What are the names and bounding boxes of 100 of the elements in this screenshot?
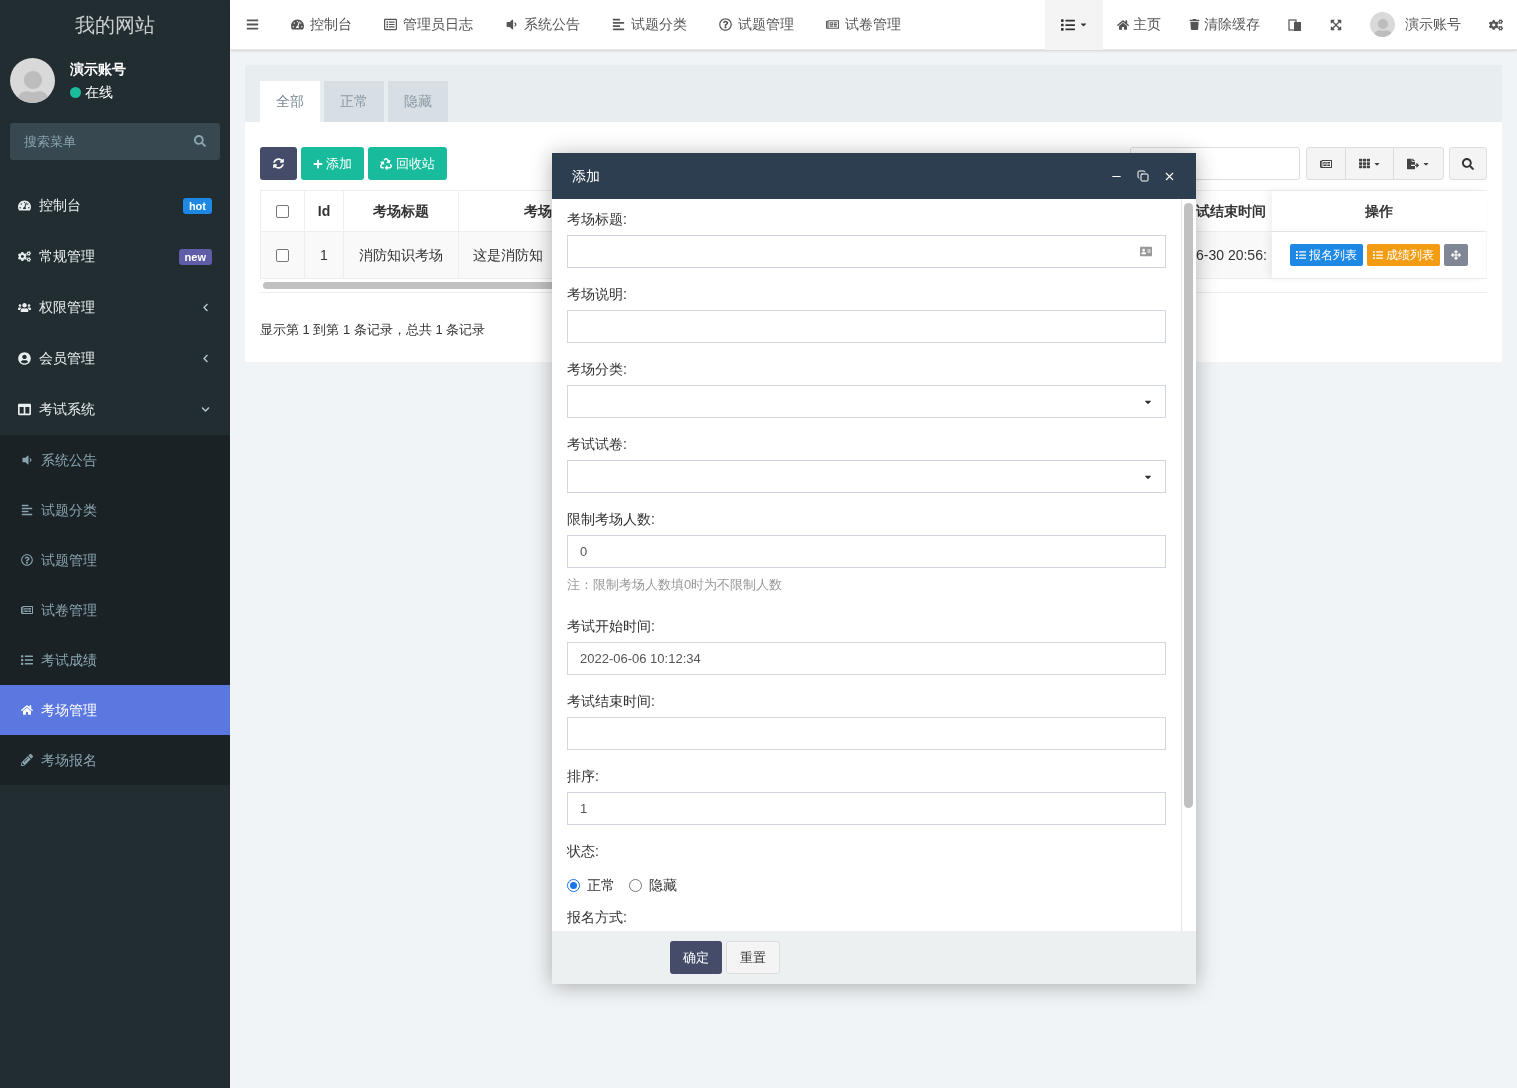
column-header: 考场 [524, 201, 552, 221]
input-field[interactable] [567, 310, 1166, 343]
field-label: 限制考场人数: [567, 510, 655, 529]
submenu-item[interactable]: 试题分类 [0, 485, 230, 535]
menu-icon [18, 199, 31, 212]
submenu-item[interactable]: 考场管理 [0, 685, 230, 735]
submenu-icon [21, 704, 33, 716]
table-cell: 消防知识考场 [343, 232, 458, 278]
submenu-item[interactable]: 系统公告 [0, 435, 230, 485]
submenu-icon [21, 454, 33, 466]
export-icon [1407, 157, 1419, 170]
select-field[interactable] [567, 385, 1166, 418]
column-header: 试结束时间 [1196, 201, 1266, 221]
field-label: 考试结束时间: [567, 692, 655, 711]
menu-search-input[interactable]: 搜索菜单 [10, 123, 220, 160]
menu-icon[interactable] [246, 18, 259, 31]
table-cell-text: 6-30 20:56: [1196, 245, 1267, 265]
table-cell-text: 这是消防知 [473, 245, 543, 265]
clear-cache-link[interactable]: 清除缓存 [1175, 14, 1274, 35]
account-menu[interactable]: 演示账号 [1356, 12, 1475, 37]
menu-item[interactable]: 会员管理 [0, 333, 230, 384]
translate-icon[interactable] [1288, 17, 1302, 32]
top-nav-link[interactable]: 试卷管理 [810, 14, 917, 35]
radio-label: 隐藏 [649, 875, 677, 895]
nav-icon [291, 18, 304, 31]
menu-item[interactable]: 常规管理 new [0, 231, 230, 282]
recycle-icon [380, 157, 392, 170]
site-title: 我的网站 [75, 13, 155, 38]
submenu-item[interactable]: 试题管理 [0, 535, 230, 585]
select-field[interactable] [567, 460, 1166, 493]
drag-handle-button[interactable] [1444, 244, 1468, 266]
top-nav-link[interactable]: 控制台 [275, 14, 368, 35]
field-label: 考试试卷: [567, 435, 627, 454]
refresh-icon [273, 158, 284, 169]
field-label: 状态: [567, 842, 599, 861]
submenu-icon [21, 754, 33, 766]
list-icon [1373, 250, 1383, 260]
input-field[interactable] [567, 717, 1166, 750]
search-icon [194, 135, 206, 147]
menu-item[interactable]: 考试系统 [0, 384, 230, 435]
move-icon [1451, 250, 1461, 260]
top-nav-link[interactable]: 系统公告 [489, 14, 596, 35]
column-header: Id [304, 191, 343, 231]
card-icon [1140, 245, 1152, 258]
field-label: 考场说明: [567, 285, 627, 304]
radio-label: 正常 [587, 875, 615, 895]
list-icon [1296, 250, 1306, 260]
menu-icon [18, 301, 31, 314]
more-menu-button[interactable] [1045, 0, 1103, 50]
field-label: 考场分类: [567, 360, 627, 379]
caret-icon [1078, 20, 1088, 29]
row-action-button[interactable]: 报名列表 [1290, 244, 1363, 266]
user-status: 在线 [85, 82, 113, 102]
search-button[interactable] [1449, 147, 1487, 180]
field-note: 注：限制考场人数填0时为不限制人数 [567, 577, 783, 592]
maximize-icon[interactable] [1137, 170, 1149, 182]
menu-icon [18, 403, 31, 416]
user-name: 演示账号 [70, 59, 126, 79]
select-all-checkbox[interactable] [276, 204, 289, 218]
nav-icon [719, 18, 732, 31]
home-link[interactable]: 主页 [1103, 14, 1175, 35]
fullscreen-icon[interactable] [1330, 18, 1342, 31]
menu-badge: hot [182, 197, 212, 214]
field-label: 考场标题: [567, 210, 627, 229]
input-field[interactable]: 2022-06-06 10:12:34 [567, 642, 1166, 675]
input-field[interactable] [567, 235, 1166, 268]
menu-item[interactable]: 权限管理 [0, 282, 230, 333]
top-nav-link[interactable]: 试题分类 [596, 14, 703, 35]
settings-icon[interactable] [1489, 17, 1503, 32]
avatar-icon [10, 58, 55, 103]
submenu-icon [21, 654, 33, 666]
refresh-button[interactable] [260, 147, 297, 180]
grid-icon [1358, 158, 1370, 169]
confirm-button[interactable]: 确定 [670, 941, 722, 974]
search-icon [1462, 157, 1474, 170]
menu-icon [18, 352, 31, 365]
menu-badge: new [178, 248, 212, 265]
trash-icon [1189, 19, 1200, 30]
plus-icon [313, 158, 323, 169]
pagination-info: 显示第 1 到第 1 条记录，总共 1 条记录 [260, 322, 486, 337]
filter-tab[interactable]: 全部 [260, 81, 320, 122]
input-field[interactable]: 0 [567, 535, 1166, 568]
menu-item[interactable]: 控制台 hot [0, 180, 230, 231]
top-nav-link[interactable]: 试题管理 [703, 14, 810, 35]
row-checkbox[interactable] [276, 248, 289, 262]
home-icon [1117, 18, 1129, 31]
submenu-item[interactable]: 考试成绩 [0, 635, 230, 685]
nav-icon [826, 18, 839, 31]
submenu-item[interactable]: 考场报名 [0, 735, 230, 785]
field-label: 报名方式: [567, 908, 627, 927]
submenu-icon [21, 504, 33, 516]
vertical-scrollbar[interactable] [1184, 203, 1193, 808]
list-icon [1060, 17, 1075, 32]
reset-button[interactable]: 重置 [726, 941, 780, 974]
column-header: 操作 [1272, 191, 1486, 231]
top-nav-link[interactable]: 管理员日志 [368, 14, 489, 35]
submenu-item[interactable]: 试卷管理 [0, 585, 230, 635]
submenu-icon [21, 604, 33, 616]
input-field[interactable]: 1 [567, 792, 1166, 825]
nav-icon [505, 18, 518, 31]
